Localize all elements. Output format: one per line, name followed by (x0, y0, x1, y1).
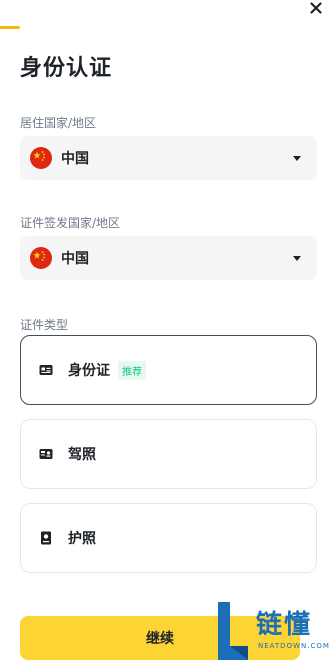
document-option-passport[interactable]: 护照 (20, 503, 317, 573)
chevron-down-icon (293, 255, 301, 261)
residence-country-value: 中国 (61, 151, 89, 167)
residence-country-label: 居住国家/地区 (20, 116, 97, 130)
close-button[interactable] (307, 0, 325, 16)
watermark-logo: 链懂 NEATDOWN.COM (212, 596, 331, 666)
document-type-label: 证件类型 (20, 318, 69, 332)
residence-country-select[interactable]: 中国 (20, 136, 317, 180)
chevron-down-icon (293, 155, 301, 161)
issuing-country-select[interactable]: 中国 (20, 236, 317, 280)
close-icon (310, 2, 322, 14)
china-flag-icon (30, 247, 52, 269)
issuing-country-label: 证件签发国家/地区 (20, 216, 121, 230)
page-title: 身份认证 (20, 56, 113, 81)
recommended-badge: 推荐 (118, 360, 146, 380)
document-option-id-card[interactable]: 身份证 推荐 (20, 335, 317, 405)
china-flag-icon (30, 147, 52, 169)
document-option-label: 驾照 (68, 447, 96, 463)
id-card-icon (39, 363, 53, 377)
watermark-l-glyph (218, 602, 248, 660)
watermark-subtext: NEATDOWN.COM (258, 642, 330, 650)
document-option-label: 身份证 (68, 363, 110, 379)
driver-license-icon (39, 447, 53, 461)
progress-bar (0, 26, 20, 29)
issuing-country-value: 中国 (61, 251, 89, 267)
watermark-text: 链懂 (256, 610, 313, 640)
passport-icon (39, 531, 53, 545)
document-option-driver-license[interactable]: 驾照 (20, 419, 317, 489)
document-option-label: 护照 (68, 531, 96, 547)
